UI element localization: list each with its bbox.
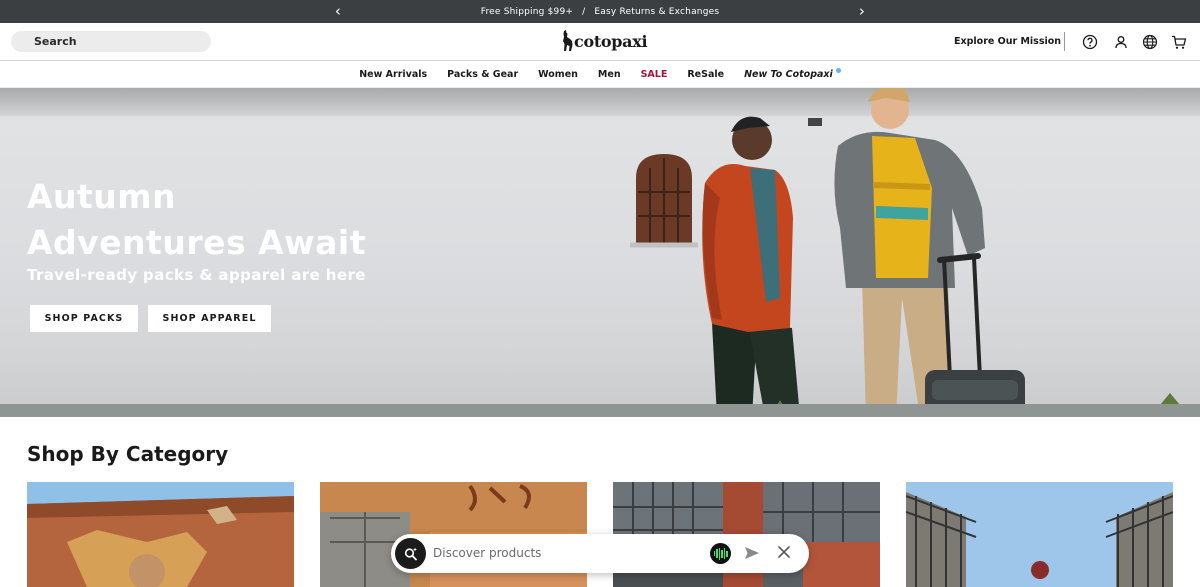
nav-packs-gear[interactable]: Packs & Gear bbox=[447, 69, 518, 80]
voice-wave-icon[interactable] bbox=[710, 543, 731, 564]
category-card-outdoor[interactable] bbox=[906, 482, 1173, 587]
discover-products-input[interactable]: Discover products bbox=[433, 546, 541, 560]
announcement-separator: / bbox=[582, 6, 586, 17]
nav-resale[interactable]: ReSale bbox=[687, 69, 724, 80]
search-sparkle-icon[interactable] bbox=[395, 538, 426, 569]
explore-mission-link[interactable]: Explore Our Mission bbox=[954, 36, 1061, 47]
chevron-left-icon[interactable]: ‹ bbox=[330, 3, 346, 19]
hero-title-line-1: Autumn bbox=[27, 177, 177, 216]
search-sparkle-glyph bbox=[404, 547, 417, 560]
chevron-right-icon[interactable]: › bbox=[854, 3, 870, 19]
hero-title: Autumn Adventures Await bbox=[27, 174, 366, 266]
close-icon[interactable] bbox=[777, 545, 791, 559]
new-indicator-dot bbox=[835, 67, 841, 73]
help-icon[interactable] bbox=[1082, 34, 1098, 50]
hero-subtitle: Travel-ready packs & apparel are here bbox=[27, 266, 366, 284]
logo-text: cotopaxi bbox=[574, 31, 648, 51]
logo[interactable]: cotopaxi bbox=[561, 30, 648, 52]
nav-men[interactable]: Men bbox=[598, 69, 621, 80]
shop-packs-button[interactable]: SHOP PACKS bbox=[30, 305, 138, 332]
hero-title-line-2: Adventures Await bbox=[27, 223, 366, 262]
hero-banner: Autumn Adventures Await Travel-ready pac… bbox=[0, 88, 1200, 417]
category-image-packs bbox=[27, 482, 294, 587]
discover-products-widget: Discover products bbox=[391, 534, 809, 573]
search-input[interactable]: Search bbox=[11, 31, 211, 52]
llama-logo-icon bbox=[563, 30, 573, 51]
hero-ground bbox=[0, 404, 1200, 417]
shop-apparel-button[interactable]: SHOP APPAREL bbox=[148, 305, 271, 332]
site-header: Search cotopaxi Explore Our Mission bbox=[0, 23, 1200, 61]
cart-icon[interactable] bbox=[1171, 34, 1187, 50]
nav-sale[interactable]: SALE bbox=[641, 69, 668, 80]
header-divider bbox=[1064, 32, 1065, 51]
category-image-outdoor bbox=[906, 482, 1173, 587]
announcement-shipping: Free Shipping $99+ bbox=[480, 6, 574, 17]
category-section-title: Shop By Category bbox=[27, 442, 229, 466]
category-card-packs[interactable] bbox=[27, 482, 294, 587]
account-icon[interactable] bbox=[1113, 34, 1129, 50]
main-nav: New Arrivals Packs & Gear Women Men SALE… bbox=[0, 61, 1200, 88]
nav-new-to-cotopaxi-label: New To Cotopaxi bbox=[744, 68, 833, 80]
globe-icon[interactable] bbox=[1142, 34, 1158, 50]
announcement-returns: Easy Returns & Exchanges bbox=[594, 6, 720, 17]
nav-new-arrivals[interactable]: New Arrivals bbox=[359, 69, 427, 80]
nav-new-to-cotopaxi[interactable]: New To Cotopaxi bbox=[744, 67, 841, 80]
announcement-bar: ‹ Free Shipping $99+ / Easy Returns & Ex… bbox=[0, 0, 1200, 23]
nav-women[interactable]: Women bbox=[538, 69, 578, 80]
send-icon[interactable] bbox=[743, 544, 761, 562]
